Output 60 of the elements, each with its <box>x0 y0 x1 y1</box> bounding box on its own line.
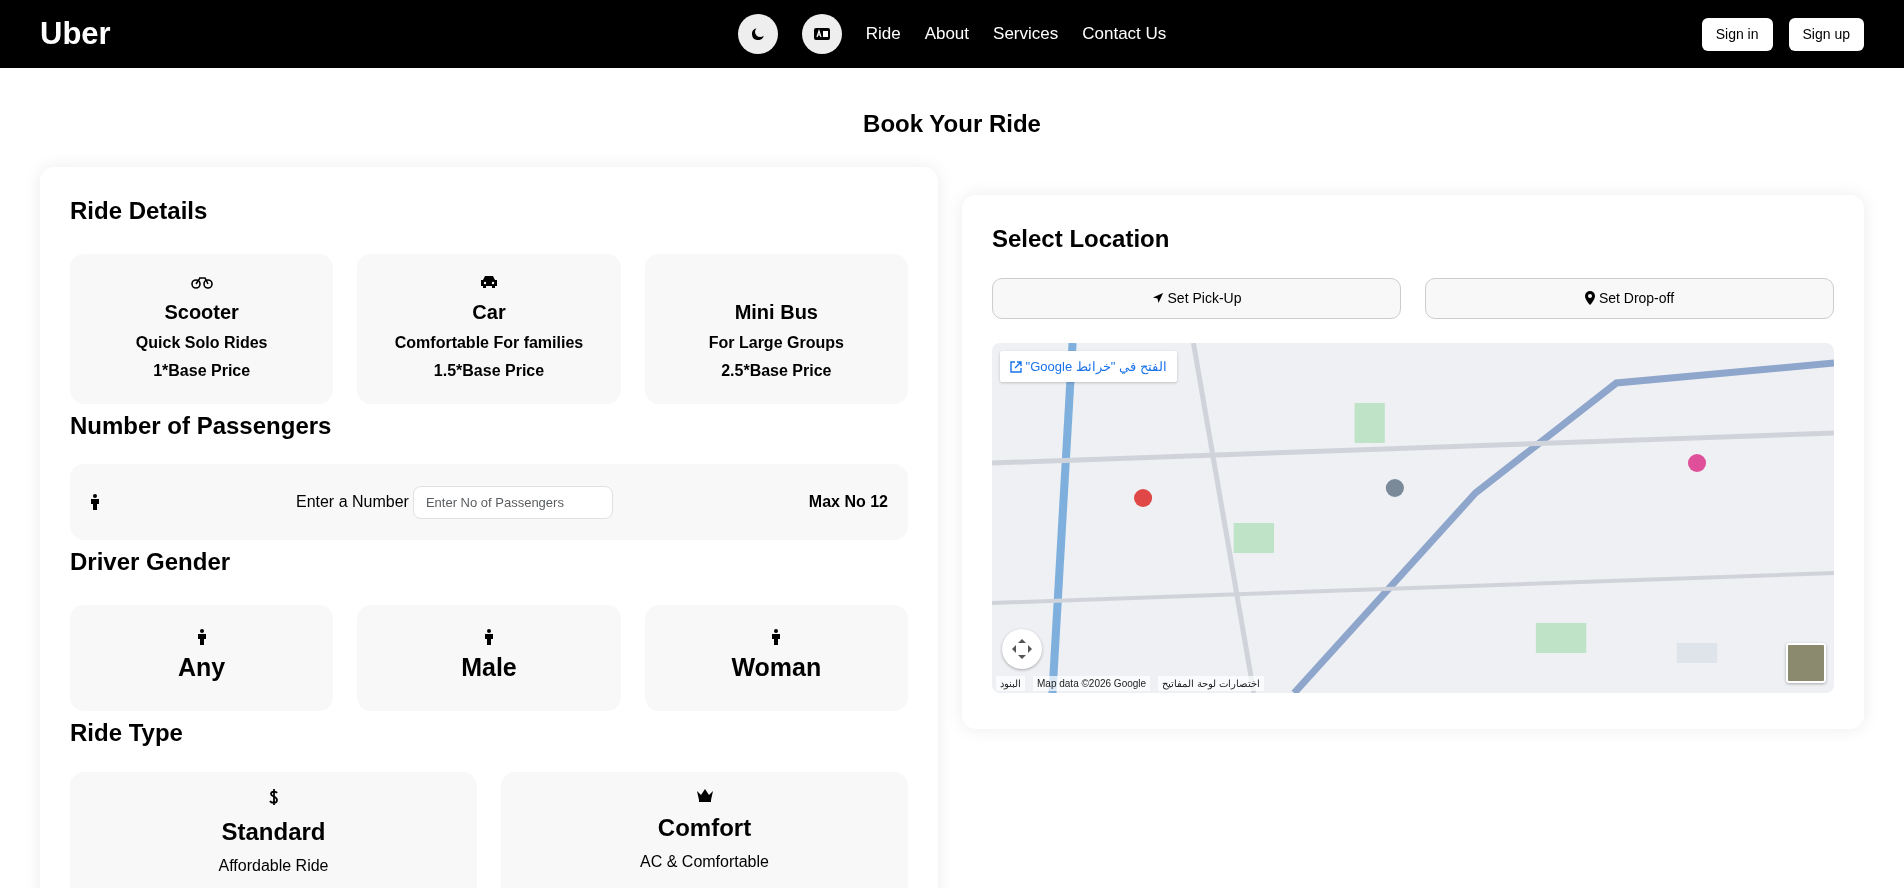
price-multiplier: 1*Base Price <box>153 360 251 381</box>
vehicle-description: Comfortable For families <box>394 332 584 353</box>
open-in-maps-link[interactable]: الفتح في "خرائط Google" <box>1000 350 1177 383</box>
map-type-thumbnail[interactable] <box>1786 642 1826 683</box>
ride-type-option[interactable]: Standard Affordable Ride <box>70 772 477 888</box>
person-icon <box>771 629 782 646</box>
vehicle-description: Quick Solo Rides <box>135 332 268 353</box>
nav-link[interactable]: Services <box>993 21 1059 47</box>
ride-type-option[interactable]: Comfort AC & Comfortable <box>501 772 908 888</box>
crown-icon <box>695 788 714 802</box>
gender-label: Woman <box>731 652 822 684</box>
sign-in-button[interactable]: Sign in <box>1701 17 1773 51</box>
field-label: Enter a Number <box>295 492 409 513</box>
gender-label: Any <box>178 652 226 684</box>
sign-up-button[interactable]: Sign up <box>1788 17 1864 51</box>
external-link-icon <box>1010 361 1022 374</box>
translate-icon <box>813 28 830 40</box>
person-icon <box>484 629 494 646</box>
brand-logo[interactable]: Uber <box>40 15 111 51</box>
price-multiplier: 1.5*Base Price <box>433 360 545 381</box>
gender-option[interactable]: Male <box>357 605 621 712</box>
price-multiplier: 2.5*Base Price <box>721 360 832 381</box>
section-heading: Driver Gender <box>70 548 232 578</box>
theme-toggle-button[interactable] <box>737 14 778 54</box>
person-icon <box>90 494 100 511</box>
language-button[interactable] <box>801 14 842 54</box>
vehicle-option[interactable]: Mini Bus For Large Groups 2.5*Base Price <box>644 253 908 404</box>
vehicle-name: Car <box>472 299 506 325</box>
nav-link[interactable]: Ride <box>865 21 901 47</box>
set-pickup-button[interactable]: Set Pick-Up <box>992 277 1401 319</box>
car-icon <box>480 274 498 289</box>
gender-option[interactable]: Woman <box>644 605 908 712</box>
vehicle-name: Mini Bus <box>734 299 818 325</box>
section-heading: Ride Details <box>70 196 209 226</box>
ride-type-name: Standard <box>221 817 326 847</box>
vehicle-option[interactable]: Car Comfortable For families 1.5*Base Price <box>357 253 621 404</box>
ride-type-description: Affordable Ride <box>218 856 329 876</box>
bicycle-icon <box>190 274 213 289</box>
nav-link[interactable]: About <box>924 21 970 47</box>
max-passengers-text: Max No 12 <box>808 492 888 513</box>
person-icon <box>196 629 207 646</box>
vehicle-name: Scooter <box>164 299 239 325</box>
gender-option[interactable]: Any <box>70 605 334 712</box>
map-pin-icon <box>1584 291 1595 306</box>
ride-type-description: AC & Comfortable <box>640 852 769 872</box>
nav-link[interactable]: Contact Us <box>1082 21 1167 47</box>
set-dropoff-button[interactable]: Set Drop-off <box>1425 277 1834 319</box>
moon-icon <box>751 28 764 40</box>
navigation-arrow-icon <box>1151 292 1164 305</box>
vehicle-option[interactable]: Scooter Quick Solo Rides 1*Base Price <box>70 253 334 404</box>
ride-type-name: Comfort <box>657 813 752 843</box>
section-heading: Ride Type <box>70 719 184 748</box>
dollar-icon <box>267 788 280 806</box>
passenger-count-field[interactable]: Enter No of Passengers <box>412 485 613 520</box>
section-heading: Number of Passengers <box>70 411 333 441</box>
expand-arrows-icon <box>1011 637 1033 660</box>
section-heading: Select Location <box>992 224 1171 254</box>
gender-label: Male <box>461 652 517 684</box>
page-title: Book Your Ride <box>862 110 1042 139</box>
vehicle-description: For Large Groups <box>708 332 844 353</box>
